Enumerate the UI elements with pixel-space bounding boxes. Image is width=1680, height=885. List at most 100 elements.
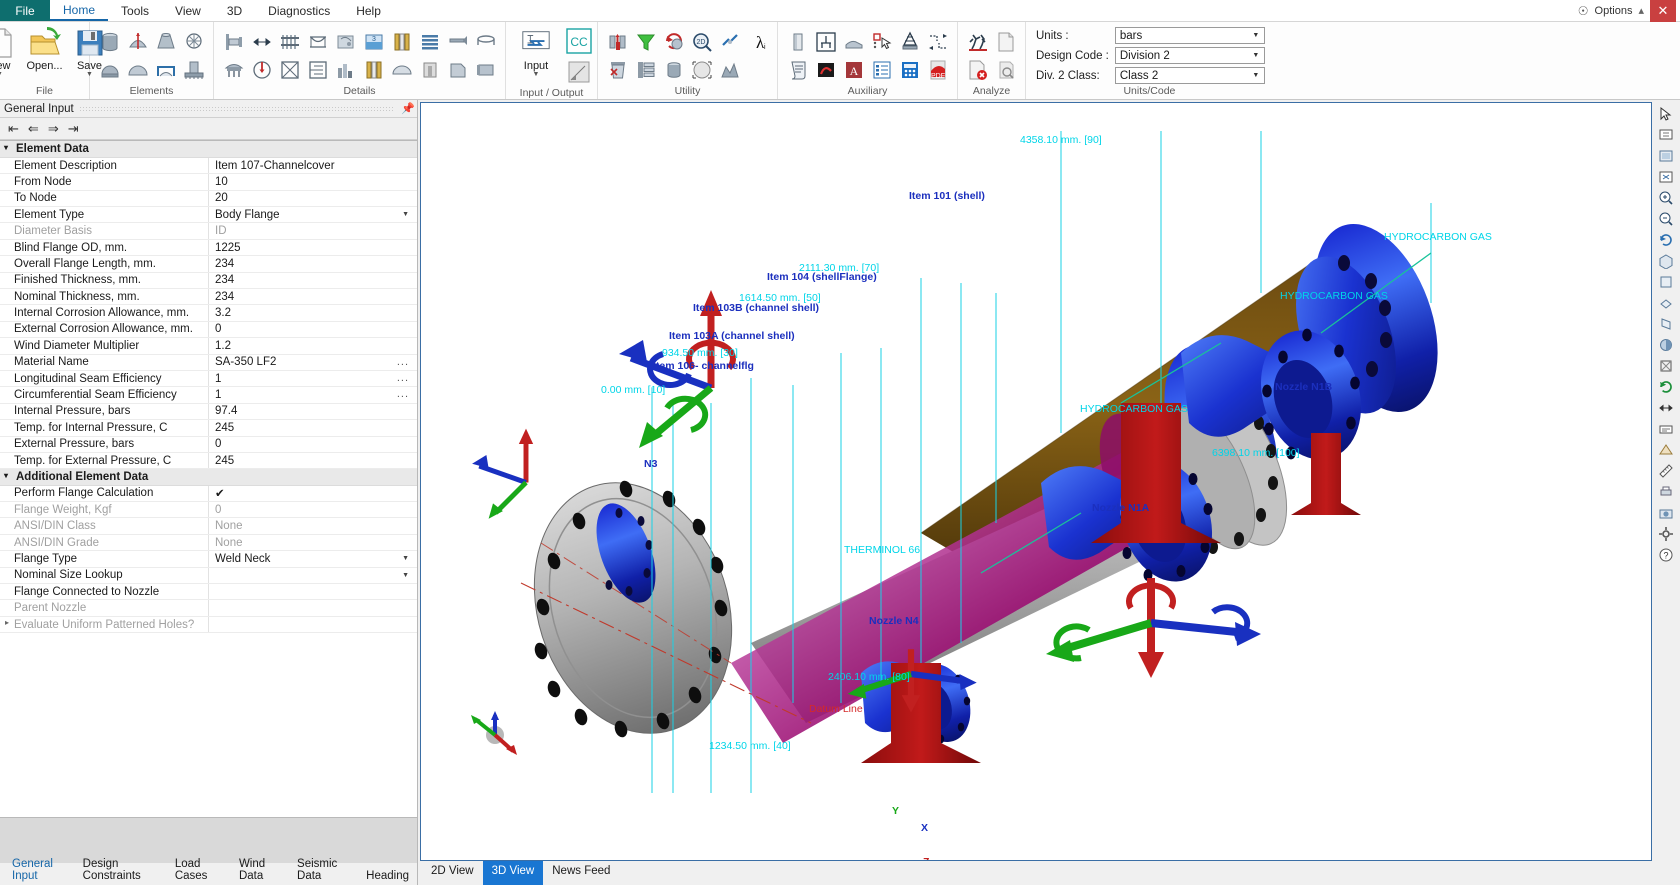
sphere-icon[interactable] <box>688 56 715 83</box>
nozzle-icon[interactable] <box>220 28 247 55</box>
row-value[interactable]: 3.2 <box>209 305 418 321</box>
table-row[interactable]: ▸Evaluate Uniform Patterned Holes? <box>0 616 417 632</box>
snapshot-icon[interactable] <box>1655 503 1677 523</box>
tab-load-cases[interactable]: Load Cases <box>167 856 231 885</box>
category-row-element-data[interactable]: ▾Element Data <box>0 141 417 157</box>
menu-file[interactable]: File <box>0 0 50 21</box>
skirt-icon[interactable] <box>180 28 207 55</box>
row-value-checkbox[interactable]: ✔ <box>209 485 418 501</box>
chevron-down-icon[interactable]: ▼ <box>1250 72 1262 79</box>
div2-class-select[interactable]: Class 2 ▼ <box>1115 67 1265 84</box>
table-row[interactable]: Internal Corrosion Allowance, mm.3.2 <box>0 305 417 321</box>
saddle-icon[interactable] <box>304 28 331 55</box>
row-value[interactable]: 234 <box>209 256 418 272</box>
report-export-icon[interactable] <box>564 57 594 87</box>
clip-icon[interactable] <box>840 28 867 55</box>
zoom-2d-icon[interactable]: 2D <box>688 28 715 55</box>
dimension-toggle-icon[interactable] <box>1655 398 1677 418</box>
calculator-icon[interactable] <box>896 56 923 83</box>
table-row[interactable]: Diameter BasisID <box>0 223 417 239</box>
table-row[interactable]: Flange Connected to Nozzle <box>0 584 417 600</box>
flat-head-icon[interactable] <box>152 56 179 83</box>
pdf-icon[interactable]: PDF <box>924 56 951 83</box>
tab-news-feed[interactable]: News Feed <box>543 861 619 885</box>
3d-viewport[interactable]: Y X Z 4358.10 mm. [90] Item 101 (shell) … <box>420 102 1652 861</box>
delete-element-icon[interactable] <box>604 56 631 83</box>
table-row[interactable]: Overall Flange Length, mm.234 <box>0 256 417 272</box>
table-row[interactable]: Flange TypeWeld Neck▼ <box>0 551 417 567</box>
chevron-down-icon[interactable]: ▼ <box>1250 32 1262 39</box>
trays-icon[interactable] <box>416 28 443 55</box>
zoom-in-icon[interactable] <box>1655 188 1677 208</box>
table-row[interactable]: ANSI/DIN GradeNone <box>0 534 417 550</box>
table-row[interactable]: Finished Thickness, mm.234 <box>0 272 417 288</box>
lifting-lug-icon[interactable] <box>304 56 331 83</box>
lambda-icon[interactable]: λi <box>744 28 771 55</box>
menu-view[interactable]: View <box>162 0 214 21</box>
table-row[interactable]: Perform Flange Calculation✔ <box>0 485 417 501</box>
error-report-icon[interactable] <box>964 56 991 83</box>
input-button-caret[interactable]: ▼ <box>533 72 540 78</box>
chevron-up-icon[interactable]: ▴ <box>1638 4 1644 17</box>
category-row-additional-element-data[interactable]: ▾Additional Element Data <box>0 469 417 485</box>
acrobat-black-icon[interactable] <box>812 56 839 83</box>
link-break-icon[interactable] <box>716 28 743 55</box>
label-toggle-icon[interactable] <box>1655 419 1677 439</box>
row-value[interactable]: Item 107-Channelcover <box>209 157 418 173</box>
new-button[interactable]: New ▼ <box>0 24 22 78</box>
menu-help[interactable]: Help <box>343 0 394 21</box>
flange-detail-icon[interactable] <box>248 56 275 83</box>
input-button[interactable]: Input ▼ <box>512 24 560 78</box>
table-row[interactable]: Parent Nozzle <box>0 600 417 616</box>
pick-element-icon[interactable] <box>868 28 895 55</box>
row-value[interactable]: 20 <box>209 190 418 206</box>
row-value[interactable]: 0 <box>209 436 418 452</box>
browse-ellipsis-button[interactable]: ... <box>397 356 409 368</box>
row-value[interactable] <box>209 584 418 600</box>
pin-icon[interactable]: 📌 <box>401 102 413 115</box>
row-value[interactable]: 234 <box>209 289 418 305</box>
expander-triangle-icon[interactable]: ▸ <box>5 618 9 627</box>
table-row[interactable]: Wind Diameter Multiplier1.2 <box>0 338 417 354</box>
table-row[interactable]: Nominal Thickness, mm.234 <box>0 289 417 305</box>
tab-general-input[interactable]: General Input <box>4 856 75 885</box>
table-row[interactable]: Longitudinal Seam Efficiency1... <box>0 370 417 386</box>
chevron-down-icon[interactable]: ▼ <box>402 572 409 579</box>
last-element-icon[interactable]: ⇥ <box>68 121 79 137</box>
tower-icon[interactable] <box>896 28 923 55</box>
chevron-down-icon[interactable]: ▼ <box>1250 52 1262 59</box>
table-row[interactable]: Element TypeBody Flange▼ <box>0 207 417 223</box>
leg-support-icon[interactable] <box>812 28 839 55</box>
close-icon[interactable]: ✕ <box>1650 0 1676 22</box>
zoom-window-icon[interactable] <box>1655 125 1677 145</box>
row-value[interactable]: 1.2 <box>209 338 418 354</box>
first-element-icon[interactable]: ⇤ <box>8 121 19 137</box>
stack-list-icon[interactable] <box>632 56 659 83</box>
report-scroll-icon[interactable] <box>784 56 811 83</box>
table-row[interactable]: Material NameSA-350 LF2... <box>0 354 417 370</box>
funnel-filter-icon[interactable] <box>632 28 659 55</box>
liquid-level-icon[interactable]: 3 <box>360 28 387 55</box>
menu-3d[interactable]: 3D <box>214 0 255 21</box>
run-analysis-icon[interactable] <box>964 28 991 55</box>
shell-band-icon[interactable] <box>472 56 499 83</box>
design-code-select[interactable]: Division 2 ▼ <box>1115 47 1265 64</box>
next-element-icon[interactable]: ⇒ <box>48 121 59 137</box>
settings-view-icon[interactable] <box>1655 524 1677 544</box>
rotate-view-icon[interactable] <box>1655 230 1677 250</box>
datasheet-icon[interactable] <box>868 56 895 83</box>
elliptical-head-icon[interactable] <box>96 56 123 83</box>
collapse-triangle-icon[interactable]: ▾ <box>4 143 8 152</box>
table-row[interactable]: ANSI/DIN ClassNone <box>0 518 417 534</box>
tubesheet-icon[interactable] <box>276 28 303 55</box>
table-row[interactable]: Circumferential Seam Efficiency1... <box>0 387 417 403</box>
top-view-icon[interactable] <box>1655 293 1677 313</box>
menu-diagnostics[interactable]: Diagnostics <box>255 0 343 21</box>
row-value[interactable]: 234 <box>209 272 418 288</box>
table-row[interactable]: Blind Flange OD, mm.1225 <box>0 239 417 255</box>
stiffener-icon[interactable] <box>388 56 415 83</box>
table-row[interactable]: Flange Weight, Kgf0 <box>0 502 417 518</box>
wireframe-icon[interactable] <box>1655 356 1677 376</box>
chevron-down-icon[interactable]: ▼ <box>402 211 409 218</box>
tab-heading[interactable]: Heading <box>358 868 417 885</box>
